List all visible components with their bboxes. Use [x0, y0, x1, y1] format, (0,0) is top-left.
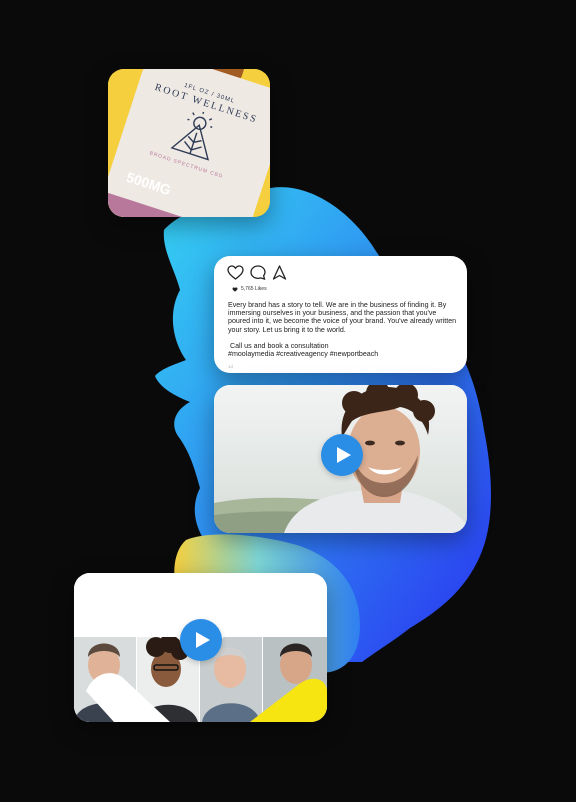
play-icon — [195, 632, 210, 648]
likes-row: 5,765 Likes — [232, 286, 267, 292]
testimonial-video-card[interactable] — [214, 385, 467, 533]
comment-icon[interactable] — [250, 265, 266, 280]
team-video-card[interactable] — [74, 573, 327, 722]
post-caption: Every brand has a story to tell. We are … — [228, 301, 457, 359]
social-post-card[interactable]: 5,765 Likes Every brand has a story to t… — [214, 256, 467, 373]
heart-icon[interactable] — [227, 265, 244, 280]
post-action-bar — [227, 265, 287, 280]
play-video-button[interactable] — [321, 434, 363, 476]
share-icon[interactable] — [272, 265, 287, 280]
likes-count: 5,765 Likes — [241, 286, 267, 292]
play-team-video-button[interactable] — [180, 619, 222, 661]
heart-filled-icon — [232, 286, 238, 292]
play-icon — [336, 447, 351, 463]
post-timestamp: 1d — [228, 364, 234, 369]
product-image-card[interactable]: 1FL OZ / 30ML ROOT WELLNESS BROAD SPECTR… — [108, 69, 270, 217]
